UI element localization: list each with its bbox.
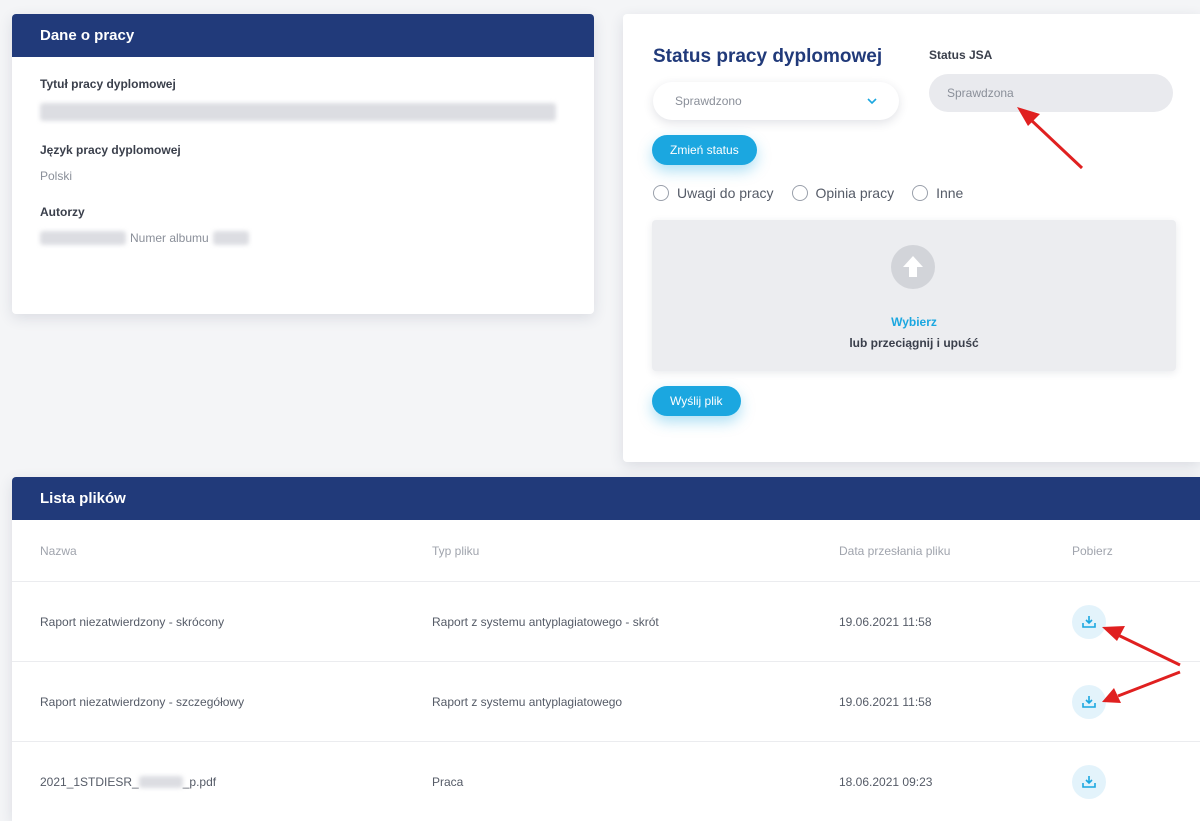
table-row: Raport niezatwierdzony - skrócony Raport… [12, 582, 1200, 662]
file-name: Raport niezatwierdzony - skrócony [40, 614, 225, 629]
radio-uwagi-label: Uwagi do pracy [677, 185, 774, 201]
file-name-suffix: _p.pdf [182, 774, 217, 789]
radio-opinia-label: Opinia pracy [815, 185, 895, 201]
download-icon [1082, 776, 1096, 788]
file-name: Raport niezatwierdzony - szczegółowy [40, 694, 245, 709]
column-header-name: Nazwa [40, 543, 77, 558]
file-type: Raport z systemu antyplagiatowego - skró… [432, 614, 659, 629]
thesis-title-redacted [40, 103, 556, 121]
table-header: Nazwa Typ pliku Data przesłania pliku Po… [12, 520, 1200, 582]
column-header-date: Data przesłania pliku [839, 543, 951, 558]
author-entry: Numer albumu [40, 231, 566, 245]
file-list-header: Lista plików [12, 477, 1200, 520]
radio-circle-icon[interactable] [791, 185, 808, 201]
file-list-card: Lista plików Nazwa Typ pliku Data przesł… [12, 477, 1200, 821]
album-number-label: Numer albumu [130, 231, 209, 245]
send-file-button[interactable]: Wyślij plik [652, 386, 741, 416]
jsa-status-field: Sprawdzona [929, 74, 1173, 112]
file-date: 19.06.2021 11:58 [839, 694, 932, 709]
thesis-status-card: Status pracy dyplomowej Status JSA Spraw… [623, 14, 1200, 462]
file-date: 19.06.2021 11:58 [839, 614, 932, 629]
file-type: Raport z systemu antyplagiatowego [432, 694, 623, 709]
column-header-download: Pobierz [1072, 543, 1113, 558]
thesis-info-card: Dane o pracy Tytuł pracy dyplomowej Języ… [12, 14, 594, 314]
table-row: Raport niezatwierdzony - szczegółowy Rap… [12, 662, 1200, 742]
radio-inne-label: Inne [936, 185, 964, 201]
table-row: 2021_1STDIESR_ _p.pdf Praca 18.06.2021 09… [12, 742, 1200, 821]
file-date: 18.06.2021 09:23 [839, 774, 933, 789]
radio-circle-icon[interactable] [912, 185, 929, 201]
column-header-type: Typ pliku [432, 543, 480, 558]
authors-label: Autorzy [40, 205, 85, 219]
thesis-language-label: Język pracy dyplomowej [40, 143, 181, 157]
file-name-redacted [138, 776, 183, 789]
thesis-language-value: Polski [40, 169, 73, 183]
download-button[interactable] [1072, 684, 1106, 719]
download-button[interactable] [1072, 764, 1106, 799]
file-category-radio-group: Uwagi do pracy Opinia pracy Inne [653, 185, 963, 201]
thesis-title-label: Tytuł pracy dyplomowej [40, 77, 176, 91]
download-icon [1082, 696, 1096, 708]
chevron-down-icon [867, 94, 877, 108]
download-button[interactable] [1072, 604, 1106, 639]
upload-arrow-icon [891, 245, 935, 289]
radio-uwagi[interactable]: Uwagi do pracy [653, 185, 774, 201]
file-type: Praca [432, 774, 464, 789]
jsa-status-label: Status JSA [929, 48, 993, 62]
radio-circle-icon[interactable] [653, 185, 669, 201]
dropzone-choose-link[interactable]: Wybierz [652, 315, 1176, 329]
radio-opinia[interactable]: Opinia pracy [791, 185, 895, 201]
author-name-redacted [40, 231, 126, 245]
album-number-redacted [212, 231, 249, 245]
status-select[interactable]: Sprawdzono [653, 82, 899, 120]
file-dropzone[interactable]: Wybierz lub przeciągnij i upuść [652, 220, 1176, 371]
radio-inne[interactable]: Inne [912, 185, 963, 201]
dropzone-drag-text: lub przeciągnij i upuść [849, 336, 979, 350]
download-icon [1082, 616, 1096, 628]
change-status-button[interactable]: Zmień status [652, 135, 757, 165]
status-select-value: Sprawdzono [675, 94, 742, 108]
thesis-info-header: Dane o pracy [12, 14, 594, 57]
file-name: 2021_1STDIESR_ _p.pdf [40, 775, 216, 789]
file-name-prefix: 2021_1STDIESR_ [40, 774, 139, 789]
status-title: Status pracy dyplomowej [653, 46, 883, 67]
